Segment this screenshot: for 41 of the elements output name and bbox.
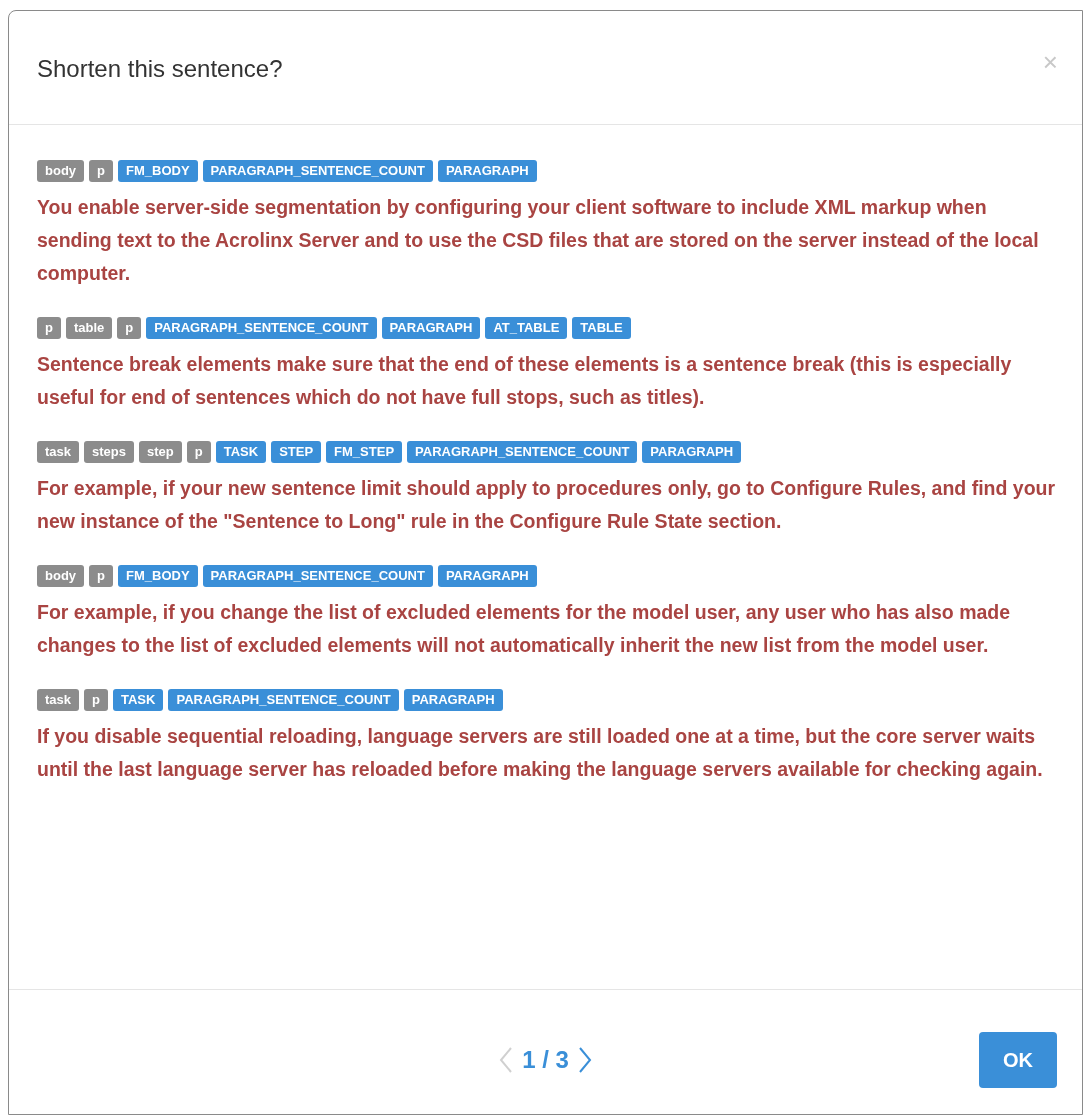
- tag: FM_BODY: [118, 565, 198, 587]
- dialog-title: Shorten this sentence?: [37, 54, 283, 84]
- tag: task: [37, 441, 80, 463]
- tag: table: [65, 317, 113, 339]
- tag: PARAGRAPH: [437, 160, 537, 182]
- tag: PARAGRAPH_SENTENCE_COUNT: [407, 441, 638, 463]
- tag: AT_TABLE: [485, 317, 568, 339]
- tag: PARAGRAPH: [642, 441, 742, 463]
- chevron-right-icon: [577, 1045, 592, 1074]
- sentence-text: Sentence break elements make sure that the end of these elements is a sentence break (this is especially useful for end of sentences which do not have full stops, such as titles).: [37, 352, 1013, 410]
- tag: body: [37, 160, 85, 182]
- tag: PARAGRAPH_SENTENCE_COUNT: [202, 160, 433, 182]
- sentence-text: For example, if you change the list of excluded elements for the model user, any user who has also made changes to the list of excluded elements will not automatically inherit the new list from the model user.: [37, 600, 1012, 658]
- tag: p: [186, 441, 211, 463]
- tag: TASK: [215, 441, 267, 463]
- tag: p: [37, 317, 61, 339]
- tag: p: [84, 689, 108, 711]
- chevron-left-icon: [499, 1045, 514, 1074]
- tag: p: [89, 160, 113, 182]
- tag: step: [139, 441, 182, 463]
- tag: PARAGRAPH: [381, 317, 481, 339]
- tag: PARAGRAPH_SENTENCE_COUNT: [168, 689, 399, 711]
- sentence-text: You enable server-side segmentation by configuring your client software to include XML markup when sending text to the Acrolinx Server and to use the CSD files that are stored on the server instead of the local computer.: [37, 195, 1040, 286]
- tag: body: [37, 565, 85, 587]
- sentence-text: For example, if your new sentence limit should apply to procedures only, go to Configure Rules, and find your new instance of the "Sentence to Long" rule in the Configure Rule State section.: [37, 476, 1057, 534]
- tag: TASK: [113, 689, 164, 711]
- tag: PARAGRAPH: [437, 565, 537, 587]
- tag: p: [117, 317, 142, 339]
- page-indicator: 1 / 3: [522, 1044, 569, 1075]
- tag: STEP: [271, 441, 322, 463]
- tag: steps: [84, 441, 134, 463]
- tag: PARAGRAPH_SENTENCE_COUNT: [202, 565, 433, 587]
- ok-button[interactable]: OK: [979, 1032, 1057, 1088]
- sentence-text: If you disable sequential reloading, language servers are still loaded one at a time, but the core server waits until the last language server has reloaded before making the language servers available for checking again.: [37, 724, 1044, 782]
- tag: TABLE: [572, 317, 631, 339]
- tag: PARAGRAPH: [403, 689, 503, 711]
- tag: p: [89, 565, 113, 587]
- tag: FM_STEP: [326, 441, 403, 463]
- tag: PARAGRAPH_SENTENCE_COUNT: [146, 317, 377, 339]
- tag: FM_BODY: [118, 160, 198, 182]
- tag: task: [37, 689, 80, 711]
